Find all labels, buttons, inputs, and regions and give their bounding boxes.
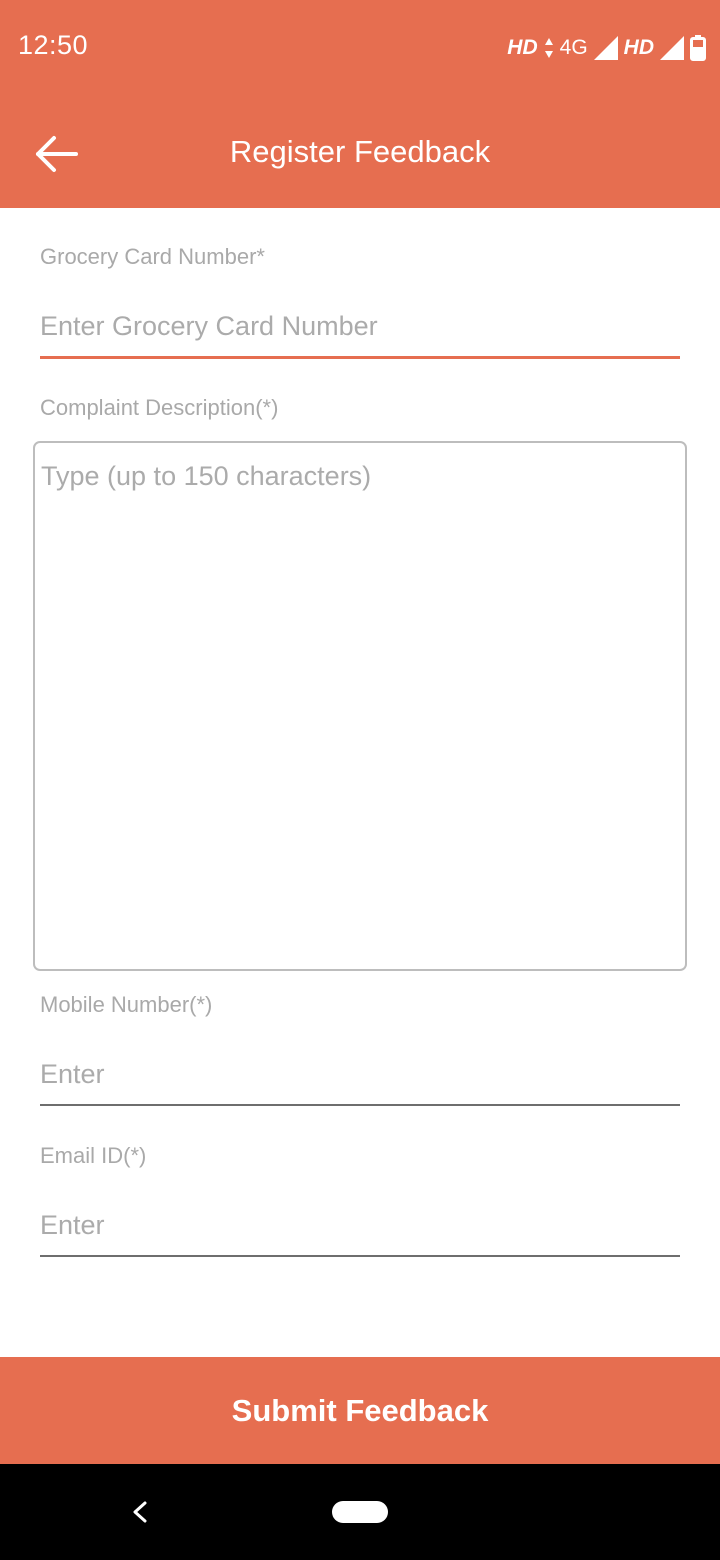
- page-title: Register Feedback: [229, 134, 491, 169]
- mobile-number-label: Mobile Number(*): [40, 992, 213, 1017]
- submit-feedback-button[interactable]: Submit Feedback: [0, 1357, 720, 1464]
- mobile-number-input[interactable]: [40, 1046, 680, 1102]
- nav-back-icon: [133, 1501, 147, 1523]
- hd-voice-badge: HD: [507, 36, 538, 59]
- status-time: 12:50: [18, 30, 89, 60]
- hd-voice-badge-secondary: HD: [623, 36, 654, 59]
- data-transfer-icon: [544, 37, 554, 59]
- email-id-label: Email ID(*): [40, 1143, 147, 1168]
- network-type-label: 4G: [559, 36, 588, 59]
- complaint-description-label: Complaint Description(*): [40, 395, 279, 420]
- grocery-card-label: Grocery Card Number*: [40, 244, 265, 269]
- mobile-number-underline: [40, 1104, 680, 1106]
- signal-icon-secondary: [660, 36, 684, 60]
- nav-home-pill-icon[interactable]: [332, 1501, 388, 1523]
- grocery-card-underline-active: [40, 356, 680, 359]
- email-id-input[interactable]: [40, 1197, 680, 1253]
- system-navigation-bar: [0, 1464, 720, 1560]
- app-header: 12:50 HD 4G HD Register Feedback: [0, 0, 720, 208]
- battery-icon: [690, 35, 706, 61]
- submit-feedback-label: Submit Feedback: [231, 1392, 489, 1428]
- grocery-card-input[interactable]: [40, 298, 680, 354]
- complaint-description-textarea[interactable]: [33, 441, 687, 971]
- email-id-underline: [40, 1255, 680, 1257]
- nav-back-button[interactable]: [118, 1490, 162, 1534]
- status-icons: HD 4G HD: [507, 33, 706, 63]
- signal-icon: [593, 36, 618, 60]
